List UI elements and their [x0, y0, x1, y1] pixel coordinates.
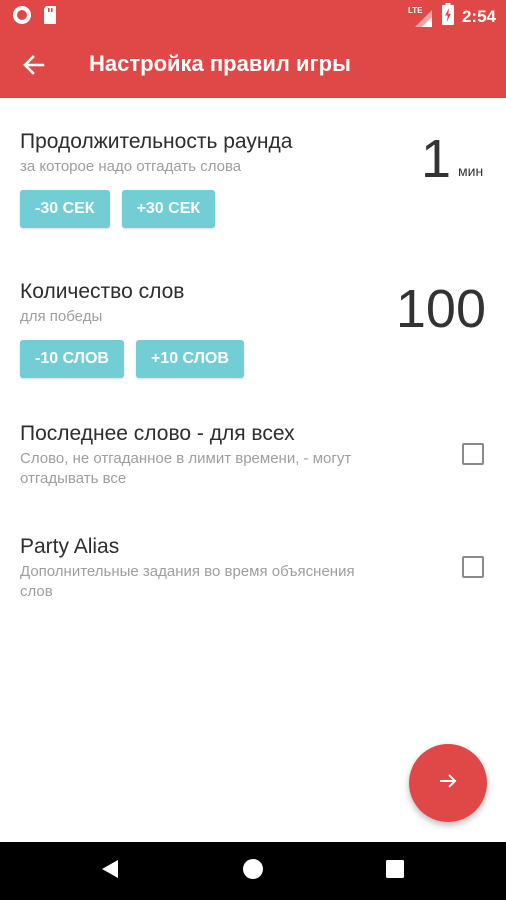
party-alias-section[interactable]: Party Alias Дополнительные задания во вр… [20, 534, 376, 602]
round-duration-buttons: -30 СЕК +30 СЕК [20, 190, 486, 228]
round-duration-subtitle: за которое надо отгадать слова [20, 158, 242, 175]
last-word-title: Последнее слово - для всех [20, 422, 295, 445]
arrow-right-icon [436, 769, 460, 798]
last-word-checkbox[interactable] [462, 443, 484, 465]
home-circle-icon [242, 858, 264, 885]
last-word-subtitle: Слово, не отгаданное в лимит времени, - … [20, 450, 352, 487]
recents-square-icon [385, 859, 405, 884]
decrease-time-button[interactable]: -30 СЕК [20, 190, 110, 228]
status-bar-left [12, 5, 58, 30]
status-bar: LTE 2:54 [0, 0, 506, 32]
back-triangle-icon [99, 858, 121, 885]
party-alias-title: Party Alias [20, 535, 120, 558]
page-title: Настройка правил игры [89, 51, 351, 76]
next-button[interactable] [409, 744, 487, 822]
battery-charging-icon [441, 3, 454, 30]
status-bar-right: LTE 2:54 [408, 3, 496, 30]
app-toolbar: Настройка правил игры [0, 32, 506, 98]
nav-back-button[interactable] [80, 842, 140, 900]
increase-time-button[interactable]: +30 СЕК [121, 190, 216, 228]
round-duration-unit: мин [458, 163, 484, 179]
record-icon [12, 5, 32, 30]
clock: 2:54 [461, 6, 496, 26]
party-alias-subtitle: Дополнительные задания во время объяснен… [20, 563, 355, 600]
party-alias-checkbox[interactable] [462, 556, 484, 578]
round-duration-value: 1 [421, 129, 452, 189]
arrow-left-icon [18, 55, 50, 85]
sd-card-icon [42, 5, 58, 30]
word-count-buttons: -10 СЛОВ +10 СЛОВ [20, 340, 486, 378]
signal-icon: LTE [408, 6, 434, 28]
decrease-words-button[interactable]: -10 СЛОВ [20, 340, 124, 378]
system-nav-bar [0, 842, 506, 900]
back-button[interactable] [18, 49, 50, 81]
increase-words-button[interactable]: +10 СЛОВ [135, 340, 244, 378]
word-count-value: 100 [395, 279, 486, 339]
nav-home-button[interactable] [223, 842, 283, 900]
last-word-section[interactable]: Последнее слово - для всех Слово, не отг… [20, 421, 416, 489]
round-duration-title: Продолжительность раунда [20, 130, 293, 153]
nav-recents-button[interactable] [365, 842, 425, 900]
round-duration-section: Продолжительность раунда за которое надо… [20, 129, 486, 228]
